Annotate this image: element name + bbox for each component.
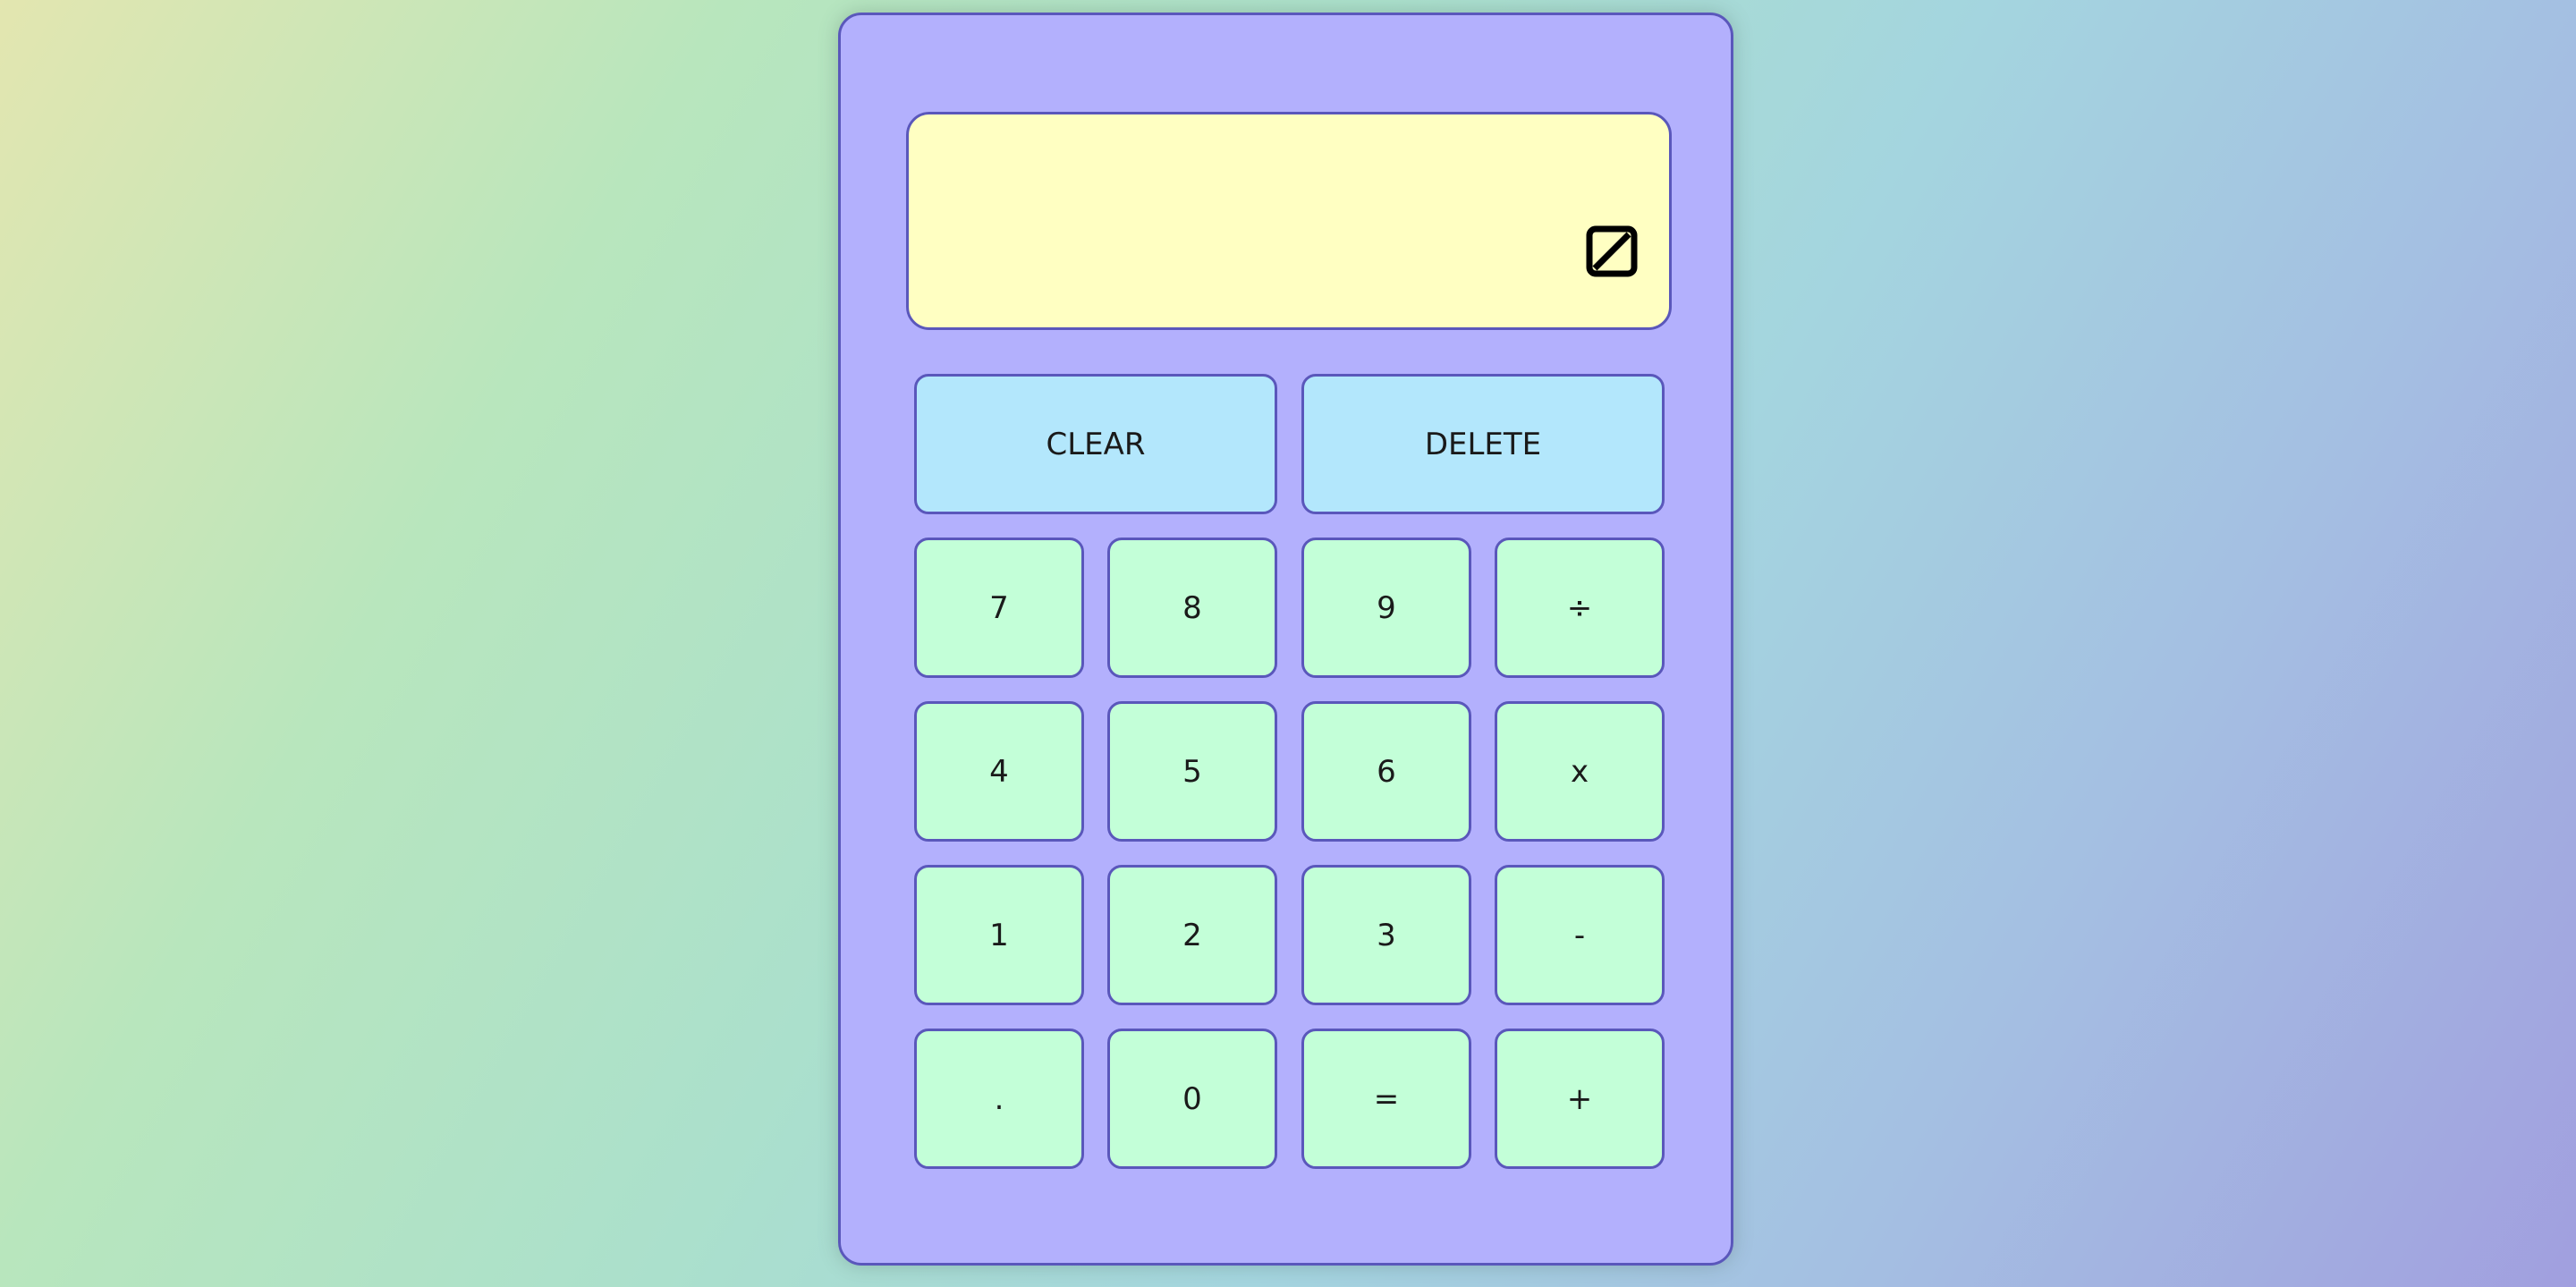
- key-9[interactable]: 9: [1301, 538, 1471, 678]
- multiply-button[interactable]: x: [1495, 701, 1665, 842]
- key-0[interactable]: 0: [1107, 1029, 1277, 1169]
- key-2[interactable]: 2: [1107, 865, 1277, 1005]
- decimal-button[interactable]: .: [914, 1029, 1084, 1169]
- key-7[interactable]: 7: [914, 538, 1084, 678]
- clear-button[interactable]: CLEAR: [914, 374, 1277, 514]
- square-slash-icon: [1586, 225, 1638, 277]
- key-6[interactable]: 6: [1301, 701, 1471, 842]
- equals-button[interactable]: =: [1301, 1029, 1471, 1169]
- add-button[interactable]: +: [1495, 1029, 1665, 1169]
- subtract-button[interactable]: -: [1495, 865, 1665, 1005]
- key-8[interactable]: 8: [1107, 538, 1277, 678]
- key-1[interactable]: 1: [914, 865, 1084, 1005]
- delete-button[interactable]: DELETE: [1301, 374, 1665, 514]
- key-4[interactable]: 4: [914, 701, 1084, 842]
- calculator-display: [906, 112, 1672, 330]
- key-3[interactable]: 3: [1301, 865, 1471, 1005]
- key-5[interactable]: 5: [1107, 701, 1277, 842]
- calculator: CLEAR DELETE 7 8 9 ÷ 4 5 6 x 1 2 3 - . 0…: [838, 13, 1733, 1266]
- divide-button[interactable]: ÷: [1495, 538, 1665, 678]
